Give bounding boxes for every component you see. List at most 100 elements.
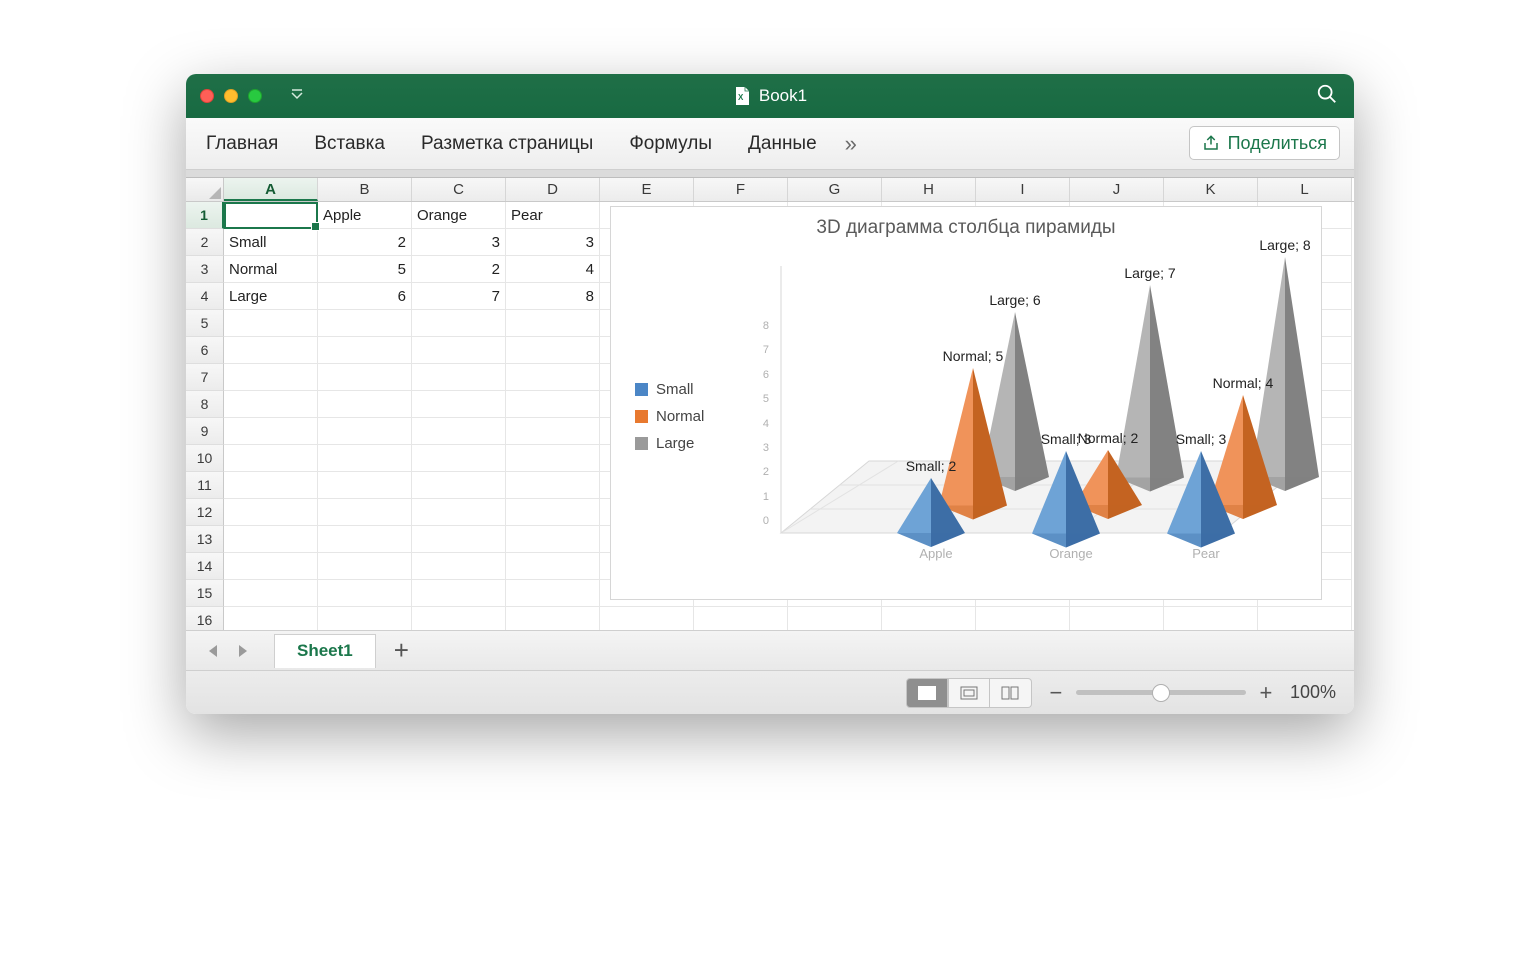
quick-access-toolbar[interactable] xyxy=(290,88,304,105)
cell[interactable]: Normal xyxy=(224,256,318,283)
col-header-i[interactable]: I xyxy=(976,178,1070,201)
cell[interactable] xyxy=(224,445,318,472)
cell[interactable] xyxy=(224,472,318,499)
close-icon[interactable] xyxy=(200,89,214,103)
col-header-h[interactable]: H xyxy=(882,178,976,201)
cell[interactable] xyxy=(318,472,412,499)
cell[interactable] xyxy=(318,337,412,364)
col-header-l[interactable]: L xyxy=(1258,178,1352,201)
chart-object[interactable]: 3D диаграмма столбца пирамиды Small Norm… xyxy=(610,206,1322,600)
row-header[interactable]: 10 xyxy=(186,445,224,472)
cell[interactable] xyxy=(506,418,600,445)
col-header-b[interactable]: B xyxy=(318,178,412,201)
cell[interactable] xyxy=(412,580,506,607)
cell[interactable] xyxy=(318,553,412,580)
cell[interactable] xyxy=(506,553,600,580)
cell[interactable] xyxy=(224,526,318,553)
sheet-nav-next-icon[interactable] xyxy=(234,643,250,659)
row-header[interactable]: 6 xyxy=(186,337,224,364)
cell[interactable] xyxy=(224,499,318,526)
minimize-icon[interactable] xyxy=(224,89,238,103)
search-icon[interactable] xyxy=(1316,83,1338,109)
cell[interactable] xyxy=(412,310,506,337)
cell[interactable] xyxy=(506,310,600,337)
row-header[interactable]: 7 xyxy=(186,364,224,391)
cell[interactable] xyxy=(224,391,318,418)
cell[interactable] xyxy=(318,499,412,526)
cell[interactable] xyxy=(412,472,506,499)
row-header[interactable]: 2 xyxy=(186,229,224,256)
sheet-tab-active[interactable]: Sheet1 xyxy=(274,634,376,668)
tab-data[interactable]: Данные xyxy=(744,129,821,159)
cell[interactable] xyxy=(1164,607,1258,630)
cell[interactable] xyxy=(224,607,318,630)
cell[interactable] xyxy=(506,391,600,418)
row-header[interactable]: 3 xyxy=(186,256,224,283)
cell[interactable] xyxy=(788,607,882,630)
cell[interactable] xyxy=(318,391,412,418)
row-header[interactable]: 14 xyxy=(186,553,224,580)
col-header-d[interactable]: D xyxy=(506,178,600,201)
cell[interactable]: 7 xyxy=(412,283,506,310)
row-header[interactable]: 5 xyxy=(186,310,224,337)
row-header[interactable]: 4 xyxy=(186,283,224,310)
view-normal-button[interactable] xyxy=(906,678,948,708)
cell[interactable]: Small xyxy=(224,229,318,256)
cell[interactable]: 8 xyxy=(506,283,600,310)
cell[interactable] xyxy=(224,580,318,607)
view-page-break-button[interactable] xyxy=(990,678,1032,708)
cell[interactable] xyxy=(224,553,318,580)
cell[interactable] xyxy=(506,580,600,607)
share-button[interactable]: Поделиться xyxy=(1189,126,1340,160)
cell[interactable] xyxy=(318,364,412,391)
cell[interactable]: Orange xyxy=(412,202,506,229)
col-header-g[interactable]: G xyxy=(788,178,882,201)
cell[interactable]: 4 xyxy=(506,256,600,283)
cell[interactable] xyxy=(412,391,506,418)
tab-formulas[interactable]: Формулы xyxy=(625,129,716,159)
cell[interactable]: 2 xyxy=(412,256,506,283)
cell[interactable]: Apple xyxy=(318,202,412,229)
row-header[interactable]: 11 xyxy=(186,472,224,499)
view-page-layout-button[interactable] xyxy=(948,678,990,708)
cell[interactable]: 2 xyxy=(318,229,412,256)
zoom-slider[interactable] xyxy=(1076,690,1246,695)
cell[interactable] xyxy=(318,526,412,553)
cell[interactable] xyxy=(506,337,600,364)
cell[interactable] xyxy=(412,553,506,580)
row-header[interactable]: 16 xyxy=(186,607,224,630)
cell[interactable]: 6 xyxy=(318,283,412,310)
col-header-e[interactable]: E xyxy=(600,178,694,201)
cell[interactable]: 3 xyxy=(506,229,600,256)
cell[interactable] xyxy=(506,526,600,553)
cell[interactable] xyxy=(600,607,694,630)
tab-page-layout[interactable]: Разметка страницы xyxy=(417,129,597,159)
tabs-overflow-icon[interactable]: » xyxy=(845,131,857,157)
cell[interactable] xyxy=(224,310,318,337)
row-header[interactable]: 13 xyxy=(186,526,224,553)
sheet-nav-prev-icon[interactable] xyxy=(206,643,222,659)
cell[interactable] xyxy=(1258,607,1352,630)
zoom-out-button[interactable]: − xyxy=(1046,680,1066,706)
add-sheet-icon[interactable]: + xyxy=(394,635,409,666)
cell[interactable]: Pear xyxy=(506,202,600,229)
maximize-icon[interactable] xyxy=(248,89,262,103)
cell[interactable] xyxy=(224,364,318,391)
cell[interactable] xyxy=(506,607,600,630)
cell[interactable] xyxy=(318,580,412,607)
cell[interactable]: Large xyxy=(224,283,318,310)
col-header-f[interactable]: F xyxy=(694,178,788,201)
tab-insert[interactable]: Вставка xyxy=(310,129,389,159)
col-header-a[interactable]: A xyxy=(224,178,318,201)
select-all-corner[interactable] xyxy=(186,178,224,201)
cell[interactable] xyxy=(506,499,600,526)
cell[interactable] xyxy=(882,607,976,630)
row-header[interactable]: 15 xyxy=(186,580,224,607)
cell[interactable] xyxy=(318,607,412,630)
cell[interactable] xyxy=(412,499,506,526)
row-header[interactable]: 8 xyxy=(186,391,224,418)
cell[interactable] xyxy=(506,364,600,391)
cell[interactable] xyxy=(224,337,318,364)
row-header[interactable]: 12 xyxy=(186,499,224,526)
cell[interactable] xyxy=(318,310,412,337)
